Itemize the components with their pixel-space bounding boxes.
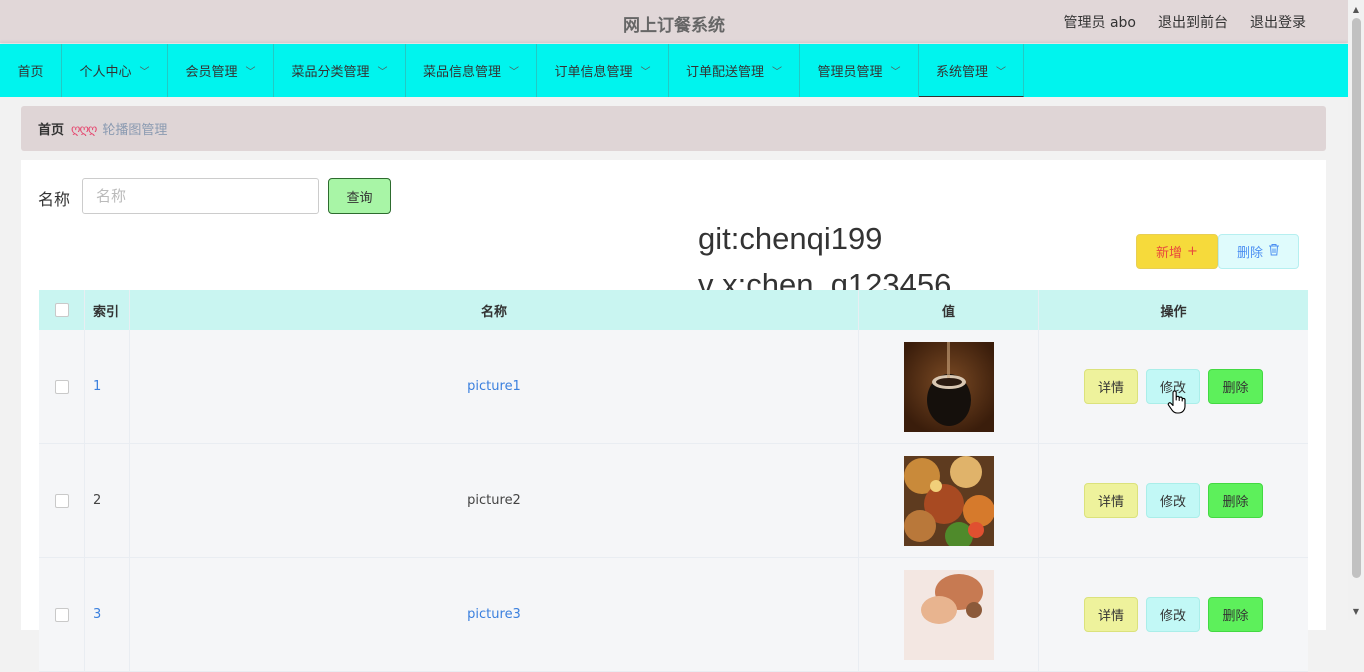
- nav-item-home[interactable]: 首页: [0, 44, 62, 97]
- table-header: 索引 名称 值 操作: [39, 290, 1308, 330]
- breadcrumb-separator-icon: ღღღ: [71, 121, 97, 136]
- trash-icon: [1268, 243, 1280, 260]
- breadcrumb-current: 轮播图管理: [102, 123, 168, 138]
- column-header-value: 值: [859, 290, 1039, 330]
- chevron-down-icon: ﹀: [890, 67, 901, 78]
- nav-item-dish-category[interactable]: 菜品分类管理 ﹀: [274, 44, 406, 97]
- search-input[interactable]: [82, 178, 319, 214]
- main-nav: 首页 个人中心 ﹀ 会员管理 ﹀ 菜品分类管理 ﹀ 菜品信息管理 ﹀ 订单信息管理 ﹀ 订…: [0, 44, 1348, 97]
- table-row: 3 picture3 详情 修改 删除: [39, 558, 1308, 672]
- breadcrumb-home[interactable]: 首页: [38, 119, 64, 138]
- nav-item-system[interactable]: 系统管理 ﹀: [919, 44, 1024, 97]
- nav-item-order-info[interactable]: 订单信息管理 ﹀: [537, 44, 669, 97]
- chevron-down-icon: ﹀: [245, 67, 256, 78]
- nav-item-admin[interactable]: 管理员管理 ﹀: [800, 44, 919, 97]
- column-header-ops: 操作: [1160, 304, 1187, 320]
- breadcrumb: 首页 ღღღ 轮播图管理: [21, 106, 1326, 151]
- dish-image: [903, 569, 994, 660]
- row-index: 1: [85, 330, 130, 443]
- column-header-index: 索引: [85, 290, 130, 330]
- table-row: 1 picture1 详情 修改 删除: [39, 330, 1308, 444]
- top-header: 网上订餐系统 管理员 abo 退出到前台 退出登录: [0, 0, 1348, 43]
- food-dishes-image: [903, 455, 994, 546]
- delete-button[interactable]: 删除: [1208, 483, 1263, 518]
- row-name[interactable]: picture1: [130, 330, 859, 443]
- delete-button[interactable]: 删除: [1208, 597, 1263, 632]
- chevron-down-icon: ﹀: [139, 67, 150, 78]
- chevron-down-icon: ﹀: [640, 67, 651, 78]
- table-row: 2 picture2 详情 修改 删除: [39, 444, 1308, 558]
- hand-pointer-icon: [1167, 389, 1187, 419]
- nav-item-order-delivery[interactable]: 订单配送管理 ﹀: [669, 44, 800, 97]
- row-name[interactable]: picture2: [130, 444, 859, 557]
- current-user: 管理员 abo: [1063, 15, 1136, 31]
- chevron-down-icon: ﹀: [509, 67, 519, 78]
- add-button[interactable]: 新增 +: [1136, 234, 1218, 269]
- row-checkbox[interactable]: [54, 607, 69, 622]
- edit-button[interactable]: 修改: [1146, 483, 1200, 518]
- detail-button[interactable]: 详情: [1084, 597, 1138, 632]
- nav-item-members[interactable]: 会员管理 ﹀: [168, 44, 274, 97]
- query-button[interactable]: 查询: [328, 178, 391, 214]
- select-all-checkbox[interactable]: [54, 303, 69, 317]
- search-label: 名称: [38, 190, 71, 209]
- row-index: 2: [85, 444, 130, 557]
- nav-item-personal-center[interactable]: 个人中心 ﹀: [62, 44, 168, 97]
- chevron-down-icon: ﹀: [996, 66, 1006, 78]
- header-actions: 管理员 abo 退出到前台 退出登录: [1064, 12, 1306, 32]
- logout-link[interactable]: 退出登录: [1250, 12, 1306, 32]
- plus-icon: +: [1187, 244, 1198, 259]
- row-checkbox[interactable]: [54, 493, 69, 508]
- batch-delete-button[interactable]: 删除: [1218, 234, 1299, 269]
- exit-to-front-link[interactable]: 退出到前台: [1158, 12, 1228, 32]
- row-index: 3: [85, 558, 130, 671]
- detail-button[interactable]: 详情: [1084, 369, 1138, 404]
- edit-button[interactable]: 修改: [1146, 597, 1200, 632]
- vertical-scrollbar[interactable]: ▲ ▼: [1348, 0, 1364, 620]
- nav-item-dish-info[interactable]: 菜品信息管理 ﹀: [406, 44, 537, 97]
- chevron-down-icon: ﹀: [772, 67, 782, 78]
- row-name[interactable]: picture3: [130, 558, 859, 671]
- detail-button[interactable]: 详情: [1084, 483, 1138, 518]
- chevron-down-icon: ﹀: [377, 67, 388, 78]
- delete-button[interactable]: 删除: [1208, 369, 1263, 404]
- data-table: 索引 名称 值 操作 1 picture1 详情 修改 删除 2 picture…: [39, 290, 1308, 672]
- scroll-thumb[interactable]: [1352, 18, 1361, 578]
- row-checkbox[interactable]: [54, 379, 69, 394]
- coffee-cup-image: [903, 341, 994, 432]
- scroll-down-arrow-icon[interactable]: ▼: [1348, 604, 1364, 618]
- column-header-name: 名称: [130, 290, 859, 330]
- scroll-up-arrow-icon[interactable]: ▲: [1348, 2, 1364, 16]
